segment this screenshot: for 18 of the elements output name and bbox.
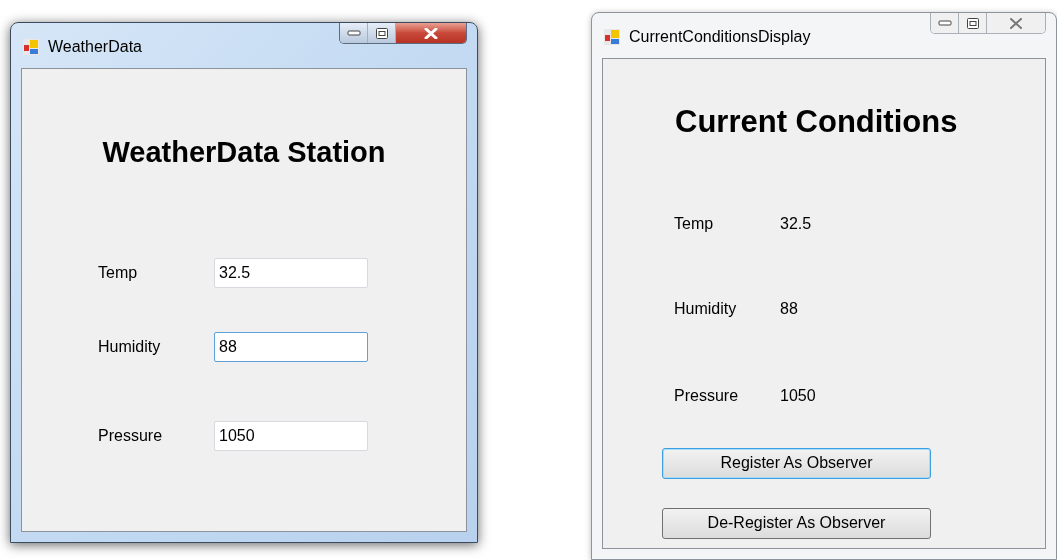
window-title: CurrentConditionsDisplay — [629, 27, 811, 47]
reading-value: 1050 — [780, 385, 816, 406]
reading-value: 32.5 — [780, 213, 812, 234]
window-title: WeatherData — [48, 37, 142, 57]
reading-label: Temp — [674, 213, 715, 234]
text-field[interactable]: 88 — [214, 331, 368, 362]
field-label: Humidity — [98, 336, 162, 357]
field-label: Pressure — [98, 425, 164, 446]
action-button[interactable]: De-Register As Observer — [662, 507, 931, 539]
action-button[interactable]: Register As Observer — [662, 447, 931, 479]
text-field[interactable]: 1050 — [214, 420, 368, 451]
reading-value: 88 — [780, 298, 798, 319]
text-field[interactable]: 32.5 — [214, 257, 368, 288]
field-label: Temp — [98, 262, 139, 283]
display-heading: Current Conditions — [674, 103, 959, 141]
form-heading: WeatherData Station — [101, 135, 387, 170]
reading-label: Humidity — [674, 298, 738, 319]
reading-label: Pressure — [674, 385, 740, 406]
